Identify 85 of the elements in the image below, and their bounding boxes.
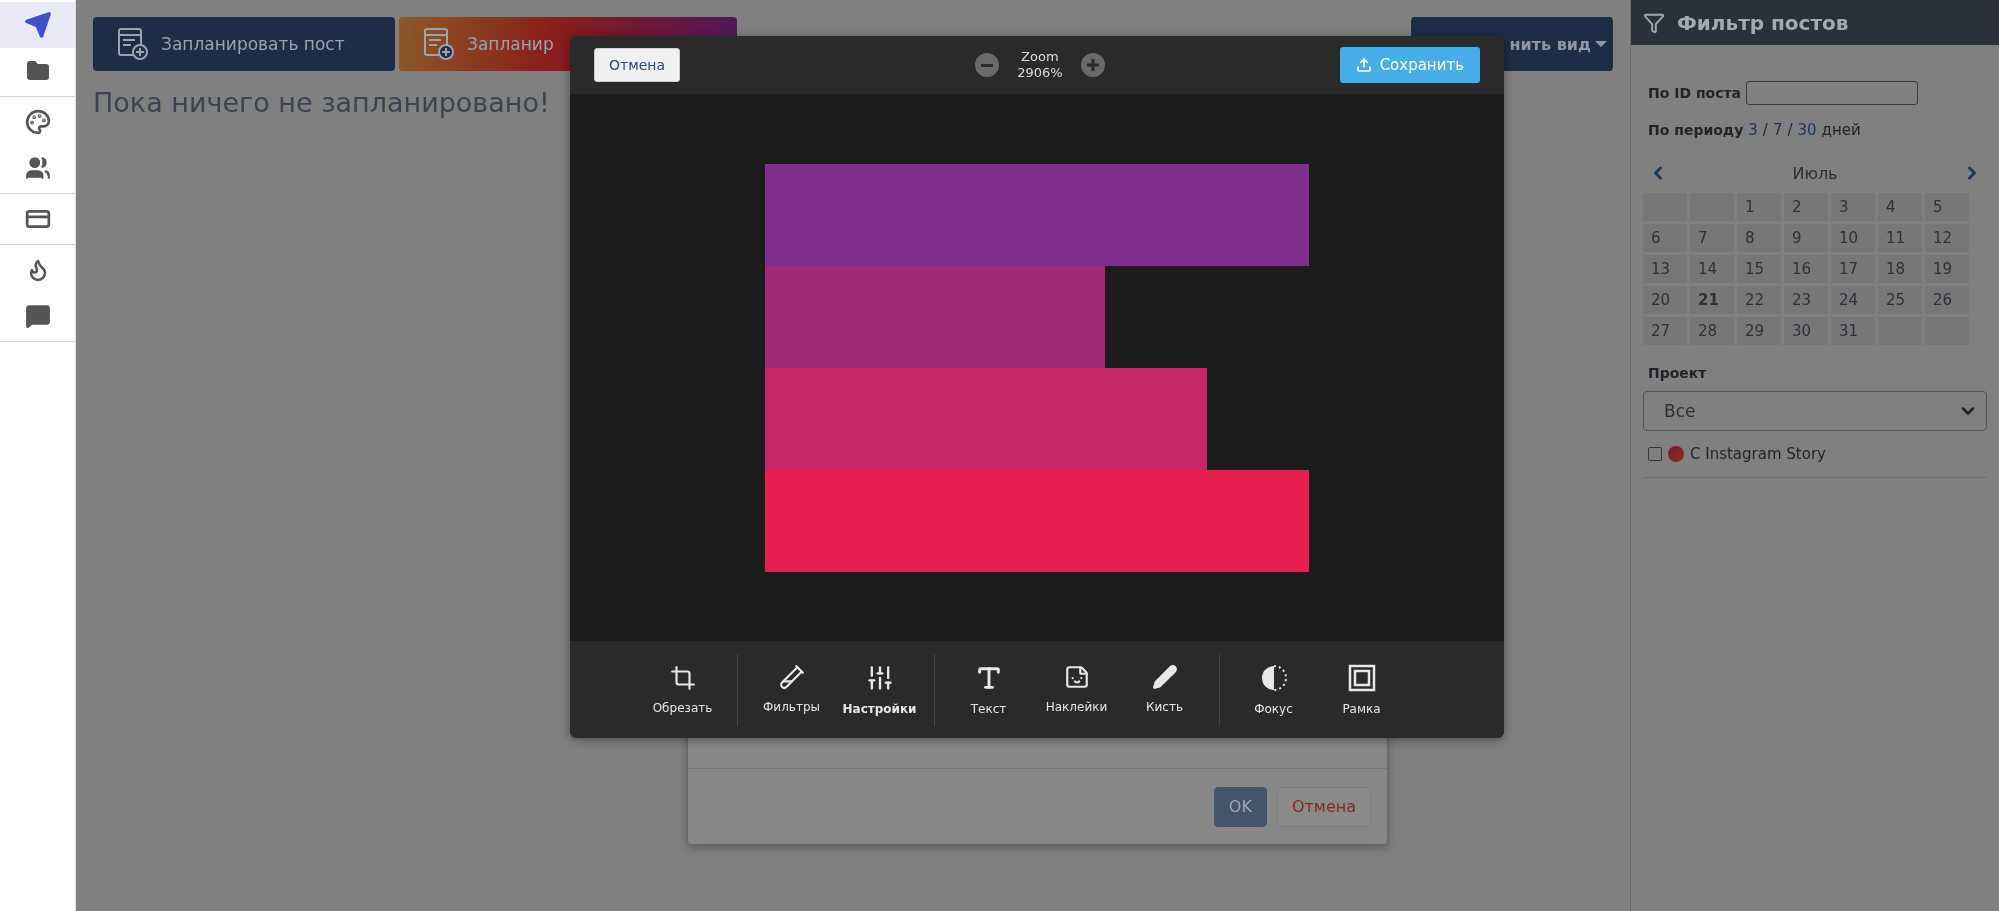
sticker-icon xyxy=(1063,663,1090,690)
calendar-day[interactable]: 14 xyxy=(1690,255,1734,283)
editor-tool[interactable]: Фокус xyxy=(1229,662,1318,717)
sidebar-item[interactable] xyxy=(0,2,75,48)
separator-text: / xyxy=(1787,121,1793,139)
cancel-button[interactable]: Отмена xyxy=(594,48,681,82)
empty-state-heading: Пока ничего не запланировано! xyxy=(93,87,551,118)
focus-icon xyxy=(1260,663,1287,692)
calendar-day[interactable]: 19 xyxy=(1925,255,1969,283)
field-label: По ID поста xyxy=(1648,85,1742,101)
calendar-day[interactable]: 21 xyxy=(1690,286,1734,314)
calendar-day[interactable]: 22 xyxy=(1737,286,1781,314)
calendar-day[interactable]: 10 xyxy=(1831,224,1875,252)
save-button[interactable]: Сохранить xyxy=(1339,47,1480,83)
zoom-in-button[interactable] xyxy=(1080,53,1105,77)
calendar-day[interactable]: 7 xyxy=(1690,224,1734,252)
option-label: C Instagram Story xyxy=(1690,445,1826,463)
editor-tool[interactable]: Наклейки xyxy=(1032,662,1121,717)
editor-tool[interactable]: Обрезать xyxy=(638,663,727,716)
calendar-day[interactable]: 13 xyxy=(1643,255,1687,283)
calendar-day[interactable]: 29 xyxy=(1737,317,1781,345)
calendar-day[interactable]: 23 xyxy=(1784,286,1828,314)
schedule-button[interactable]: Запланировать пост xyxy=(93,17,395,71)
cancel-button[interactable]: Отмена xyxy=(1276,786,1371,827)
help-icon xyxy=(24,303,51,329)
checkbox[interactable] xyxy=(1648,447,1662,461)
calendar-day[interactable]: 9 xyxy=(1784,224,1828,252)
crop-icon xyxy=(669,664,696,691)
send-icon xyxy=(23,11,52,39)
editor-tool[interactable]: Текст xyxy=(944,662,1033,717)
calendar-day[interactable]: 12 xyxy=(1925,224,1969,252)
period-link[interactable]: 30 xyxy=(1797,121,1817,139)
calendar-day[interactable]: 17 xyxy=(1831,255,1875,283)
separator-text: / xyxy=(1762,121,1768,139)
calendar-day[interactable]: 27 xyxy=(1643,317,1687,345)
period-suffix: дней xyxy=(1821,121,1861,139)
calendar-day[interactable]: 4 xyxy=(1878,193,1922,221)
calendar-day[interactable]: 15 xyxy=(1737,255,1781,283)
upload-icon xyxy=(1355,57,1372,73)
calendar-day[interactable]: 24 xyxy=(1831,286,1875,314)
sliders-icon xyxy=(865,663,894,692)
calendar-day[interactable]: 1 xyxy=(1737,193,1781,221)
calendar-day[interactable]: 16 xyxy=(1784,255,1828,283)
minus-icon xyxy=(981,63,994,67)
calendar-day[interactable]: 30 xyxy=(1784,317,1828,345)
ok-button[interactable]: OK xyxy=(1213,786,1267,827)
calendar-day[interactable]: 20 xyxy=(1643,286,1687,314)
test-tube-icon xyxy=(778,663,805,690)
zoom-value: 2906% xyxy=(1017,65,1063,81)
editor-tool[interactable]: Кисть xyxy=(1120,662,1209,717)
editor-tool[interactable]: Рамка xyxy=(1317,662,1406,717)
filter-title: Фильтр постов xyxy=(1677,10,1849,35)
palette-icon xyxy=(24,109,51,135)
calendar-day[interactable]: 18 xyxy=(1878,255,1922,283)
period-link[interactable]: 7 xyxy=(1772,121,1783,139)
calendar-plus-icon xyxy=(117,27,149,61)
calendar-day[interactable]: 3 xyxy=(1831,193,1875,221)
project-select[interactable]: Все xyxy=(1643,391,1987,431)
post-id-field[interactable] xyxy=(1746,81,1919,105)
editor-tool[interactable]: Фильтры xyxy=(747,662,836,717)
calendar-day[interactable]: 31 xyxy=(1831,317,1875,345)
calendar-day[interactable]: 2 xyxy=(1784,193,1828,221)
period-label: По периоду xyxy=(1648,122,1744,138)
folder-icon xyxy=(25,59,50,83)
calendar-plus-icon xyxy=(423,27,455,61)
calendar-day[interactable]: 6 xyxy=(1643,224,1687,252)
calendar-day[interactable]: 5 xyxy=(1925,193,1969,221)
calendar-day[interactable]: 11 xyxy=(1878,224,1922,252)
period-link[interactable]: 3 xyxy=(1748,121,1758,139)
calendar-day[interactable]: 25 xyxy=(1878,286,1922,314)
frame-icon xyxy=(1347,663,1376,692)
instagram-dot-icon xyxy=(1668,446,1684,462)
project-label: Проект xyxy=(1647,365,1708,381)
calendar-day[interactable]: 8 xyxy=(1737,224,1781,252)
zoom-out-button[interactable] xyxy=(975,53,1000,77)
plus-icon xyxy=(1086,59,1099,71)
caret-icon xyxy=(1595,40,1607,48)
filter-icon xyxy=(1643,11,1665,34)
users-icon xyxy=(24,155,51,181)
month-label: Июль xyxy=(1792,163,1838,183)
calendar-day[interactable]: 26 xyxy=(1925,286,1969,314)
pencil-icon xyxy=(1151,663,1178,690)
zoom-label: Zoom xyxy=(1021,49,1059,65)
editor-tool[interactable]: Настройки xyxy=(835,662,924,717)
calendar-day[interactable]: 28 xyxy=(1690,317,1734,345)
